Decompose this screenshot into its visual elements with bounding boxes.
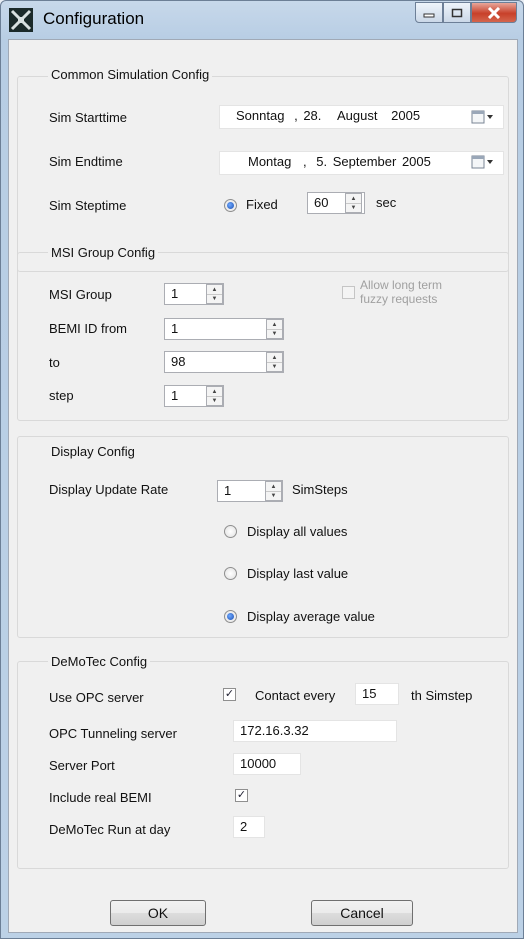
contact-every-label: Contact every [255,688,336,703]
use-opc-checkbox[interactable]: ✓ [223,688,236,701]
use-opc-label: Use OPC server [49,690,144,705]
server-port-label: Server Port [49,758,115,773]
fixed-radio[interactable] [224,199,237,212]
msi-group-spinner[interactable]: ▲ ▼ [206,284,223,304]
display-average-label: Display average value [247,609,375,624]
maximize-button[interactable] [443,2,471,23]
end-month: September [332,154,397,169]
bemi-step-spinner[interactable]: ▲ ▼ [206,386,223,406]
display-all-radio[interactable] [224,525,237,538]
sim-endtime-picker[interactable]: Montag , 5. September 2005 [219,151,504,175]
checkmark-icon: ✓ [224,688,235,700]
start-date: 28. [303,108,322,123]
maximize-icon [451,8,463,17]
end-year: 2005 [401,154,431,169]
include-real-bemi-checkbox[interactable]: ✓ [235,789,248,802]
close-button[interactable] [471,2,517,23]
calendar-dropdown-icon[interactable] [471,155,495,169]
long-term-line1: Allow long term [360,278,443,292]
start-month: August [337,108,378,123]
spin-down-icon[interactable]: ▼ [207,294,222,303]
spin-down-icon[interactable]: ▼ [266,491,281,500]
sim-endtime-label: Sim Endtime [49,154,123,169]
start-year: 2005 [391,108,421,123]
configuration-window: Configuration Common Simulation Config S… [0,0,524,939]
display-last-label: Display last value [247,566,349,581]
contact-suffix: th Simstep [411,688,473,703]
sim-starttime-picker[interactable]: Sonntag , 28. August 2005 [219,105,504,129]
minimize-icon [423,13,435,17]
long-term-label: Allow long term fuzzy requests [360,278,442,306]
spin-down-icon[interactable]: ▼ [267,362,282,371]
display-average-radio[interactable] [224,610,237,623]
fixed-label: Fixed [246,197,278,212]
contact-every-input[interactable]: 15 [355,683,399,705]
checkmark-icon: ✓ [236,789,247,801]
close-icon [487,6,501,19]
start-day: Sonntag [236,108,285,123]
opc-tunnel-label: OPC Tunneling server [49,726,177,741]
end-sep: , [303,154,307,169]
display-rate-unit: SimSteps [292,482,348,497]
include-real-bemi-label: Include real BEMI [49,790,152,805]
cancel-button[interactable]: Cancel [311,900,413,926]
caption-buttons [415,2,517,24]
bemi-to-spinner[interactable]: ▲ ▼ [266,352,283,372]
sim-starttime-label: Sim Starttime [49,110,128,125]
steptime-unit: sec [376,195,397,210]
ok-button[interactable]: OK [110,900,206,926]
minimize-button[interactable] [415,2,443,23]
demotec-config-title: DeMoTec Config [48,654,151,669]
display-rate-spinner[interactable]: ▲ ▼ [265,481,282,501]
run-at-day-input[interactable]: 2 [233,816,265,838]
long-term-checkbox[interactable] [342,286,355,299]
app-icon [9,8,33,32]
display-all-label: Display all values [247,524,348,539]
spin-down-icon[interactable]: ▼ [207,396,222,405]
run-at-day-label: DeMoTec Run at day [49,822,171,837]
long-term-line2: fuzzy requests [360,292,438,306]
start-sep: , [294,108,298,123]
window-title: Configuration [43,9,145,28]
display-rate-label: Display Update Rate [49,482,169,497]
common-sim-title: Common Simulation Config [48,67,213,82]
bemi-from-spinner[interactable]: ▲ ▼ [266,319,283,339]
spin-down-icon[interactable]: ▼ [346,203,361,212]
bemi-from-label: BEMI ID from [49,321,128,336]
calendar-dropdown-icon[interactable] [471,110,495,124]
display-config-title: Display Config [48,444,138,459]
spin-down-icon[interactable]: ▼ [267,329,282,338]
msi-group-label: MSI Group [49,287,112,302]
display-last-radio[interactable] [224,567,237,580]
server-port-input[interactable]: 10000 [233,753,301,775]
end-date: 5. [316,154,328,169]
msi-group-title: MSI Group Config [48,245,159,260]
sim-steptime-label: Sim Steptime [49,198,127,213]
title-bar[interactable]: Configuration [1,1,523,39]
bemi-step-label: step [49,388,74,403]
dialog-client: Common Simulation Config Sim Starttime S… [8,39,518,933]
opc-tunnel-input[interactable]: 172.16.3.32 [233,720,397,742]
end-day: Montag [248,154,292,169]
bemi-to-label: to [49,355,60,370]
steptime-spinner[interactable]: ▲ ▼ [345,193,362,213]
